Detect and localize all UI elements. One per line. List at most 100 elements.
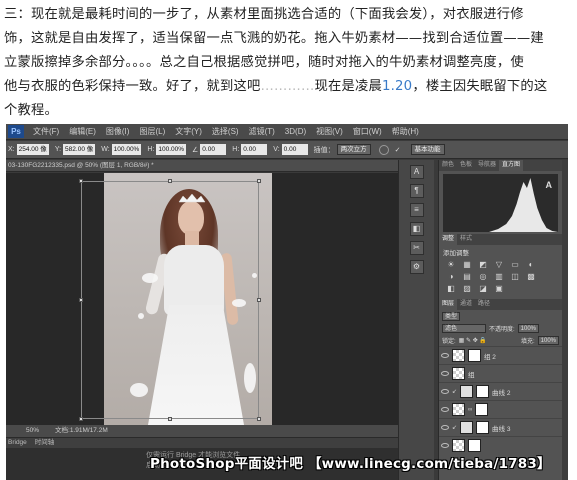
interpolation-select[interactable]: 两次立方: [336, 144, 371, 155]
tab-adjustments[interactable]: 调整: [439, 234, 458, 245]
layer-mask-thumbnail: [468, 439, 481, 452]
tab-layers[interactable]: 图层: [439, 299, 458, 310]
tutorial-line-4-b: 现在是凌晨: [314, 79, 382, 94]
color-lookup-icon[interactable]: ◫: [509, 272, 521, 282]
layer-name: 组 2: [484, 353, 496, 361]
eye-icon[interactable]: [441, 407, 449, 412]
tab-histogram[interactable]: 直方图: [499, 160, 524, 171]
menu-type[interactable]: 文字(Y): [170, 126, 207, 137]
canvas-area[interactable]: [6, 173, 398, 425]
tutorial-line-4-c: ，楼主因失眠留下的这: [412, 79, 548, 94]
tab-paths[interactable]: 路径: [475, 299, 493, 310]
vskew-field[interactable]: 0.00: [281, 144, 308, 155]
transform-handle[interactable]: [257, 179, 261, 183]
tab-color[interactable]: 颜色: [439, 160, 457, 171]
tutorial-line-5: 个教程。: [4, 103, 58, 118]
menu-file[interactable]: 文件(F): [28, 126, 64, 137]
tab-channels[interactable]: 通道: [457, 299, 475, 310]
tab-swatches[interactable]: 色板: [457, 160, 475, 171]
layer-row[interactable]: ↙ 曲线 2: [439, 382, 562, 400]
tab-styles[interactable]: 样式: [457, 234, 475, 245]
eye-icon[interactable]: [441, 389, 449, 394]
gradient-map-icon[interactable]: ◪: [477, 284, 489, 294]
exposure-icon[interactable]: ▽: [493, 260, 505, 270]
eye-icon[interactable]: [441, 425, 449, 430]
tool-presets-icon[interactable]: ✂: [409, 241, 424, 255]
layer-comps-icon[interactable]: ◧: [409, 222, 424, 236]
menu-3d[interactable]: 3D(D): [280, 127, 311, 136]
layer-kind-filter[interactable]: 类型: [442, 311, 461, 321]
channel-mixer-icon[interactable]: ▥: [493, 272, 505, 282]
commit-transform-icon[interactable]: ✓: [395, 146, 401, 154]
tab-bridge[interactable]: Bridge: [8, 438, 27, 448]
transform-bounding-box[interactable]: [79, 179, 261, 421]
tab-timeline[interactable]: 时间轴: [35, 438, 55, 448]
h-field[interactable]: 100.00%: [156, 144, 187, 155]
lock-icons[interactable]: ▦ ✎ ✥ 🔒: [459, 337, 487, 344]
zoom-readout[interactable]: 50%: [26, 425, 39, 437]
menu-window[interactable]: 窗口(W): [348, 126, 387, 137]
transform-handle[interactable]: [79, 179, 83, 183]
menu-bar: Ps 文件(F) 编辑(E) 图像(I) 图层(L) 文字(Y) 选择(S) 滤…: [6, 124, 568, 140]
histogram-warning-label: A: [545, 180, 553, 190]
cancel-transform-icon[interactable]: [378, 144, 389, 155]
layer-row[interactable]: ↙ 曲线 3: [439, 418, 562, 436]
brightness-icon[interactable]: ☀: [445, 260, 457, 270]
black-white-icon[interactable]: ▤: [461, 272, 473, 282]
menu-select[interactable]: 选择(S): [207, 126, 244, 137]
threshold-icon[interactable]: ▨: [461, 284, 473, 294]
x-field[interactable]: 254.00 像: [16, 144, 49, 155]
layer-name: 曲线 3: [492, 425, 511, 433]
tab-navigator[interactable]: 导航器: [475, 160, 499, 171]
transform-handle[interactable]: [168, 417, 172, 421]
invert-icon[interactable]: ▩: [525, 272, 537, 282]
eye-icon[interactable]: [441, 353, 449, 358]
eye-icon[interactable]: [441, 443, 449, 448]
selective-color-icon[interactable]: ▣: [493, 284, 505, 294]
layer-row[interactable]: 组 2: [439, 346, 562, 364]
vibrance-icon[interactable]: ▭: [509, 260, 521, 270]
transform-handle[interactable]: [79, 417, 83, 421]
option-angle: ∠ 0.00: [190, 144, 227, 155]
menu-layer[interactable]: 图层(L): [134, 126, 170, 137]
transform-handle[interactable]: [257, 417, 261, 421]
settings-icon[interactable]: ⚙: [409, 260, 424, 274]
menu-image[interactable]: 图像(I): [101, 126, 135, 137]
layer-row[interactable]: 组: [439, 364, 562, 382]
opacity-field[interactable]: 100%: [517, 323, 540, 333]
photo-filter-icon[interactable]: ◎: [477, 272, 489, 282]
transform-handle[interactable]: [257, 298, 261, 302]
fill-field[interactable]: 100%: [537, 335, 559, 345]
transform-handle[interactable]: [168, 179, 172, 183]
levels-icon[interactable]: ▦: [461, 260, 473, 270]
menu-help[interactable]: 帮助(H): [387, 126, 424, 137]
posterize-icon[interactable]: ◧: [445, 284, 457, 294]
tutorial-line-2: 饰，这就是自由发挥了，适当保留一点飞溅的奶花。拖入牛奶素材——找到合适位置——建: [4, 31, 544, 46]
menu-edit[interactable]: 编辑(E): [64, 126, 101, 137]
y-field[interactable]: 582.00 像: [63, 144, 96, 155]
w-field[interactable]: 100.00%: [111, 144, 142, 155]
angle-field[interactable]: 0.00: [200, 144, 227, 155]
paragraph-panel-icon[interactable]: ¶: [409, 184, 424, 198]
hskew-field[interactable]: 0.00: [241, 144, 268, 155]
panel-scrollbar[interactable]: [562, 160, 568, 480]
eye-icon[interactable]: [441, 371, 449, 376]
tutorial-line-3: 立蒙版擦掉多余部分。。。。总之自己根据感觉拼吧，随时对拖入的牛奶素材调整亮度，使: [4, 55, 524, 70]
tutorial-ellipsis: …………: [260, 79, 315, 94]
layer-thumbnail: [452, 349, 465, 362]
layer-name: 组: [468, 371, 475, 379]
transform-handle[interactable]: [79, 298, 83, 302]
blend-mode-select[interactable]: 滤色: [442, 323, 486, 333]
layer-row[interactable]: ∞: [439, 400, 562, 418]
character-panel-icon[interactable]: A: [409, 165, 424, 179]
properties-panel-icon[interactable]: ≡: [409, 203, 424, 217]
workspace-select[interactable]: 基本功能: [410, 144, 445, 155]
curves-icon[interactable]: ◩: [477, 260, 489, 270]
menu-view[interactable]: 视图(V): [311, 126, 348, 137]
color-balance-icon[interactable]: ◑: [445, 272, 457, 282]
tutorial-line-4-a: 他与衣服的色彩保持一致。好了，就到这吧: [4, 79, 261, 94]
document-tab[interactable]: 03-130FG2212335.psd @ 50% (图层 1, RGB/8#)…: [6, 160, 398, 172]
menu-filter[interactable]: 滤镜(T): [244, 126, 280, 137]
hue-saturation-icon[interactable]: ◐: [525, 260, 537, 270]
link-icon: ∞: [468, 406, 473, 413]
